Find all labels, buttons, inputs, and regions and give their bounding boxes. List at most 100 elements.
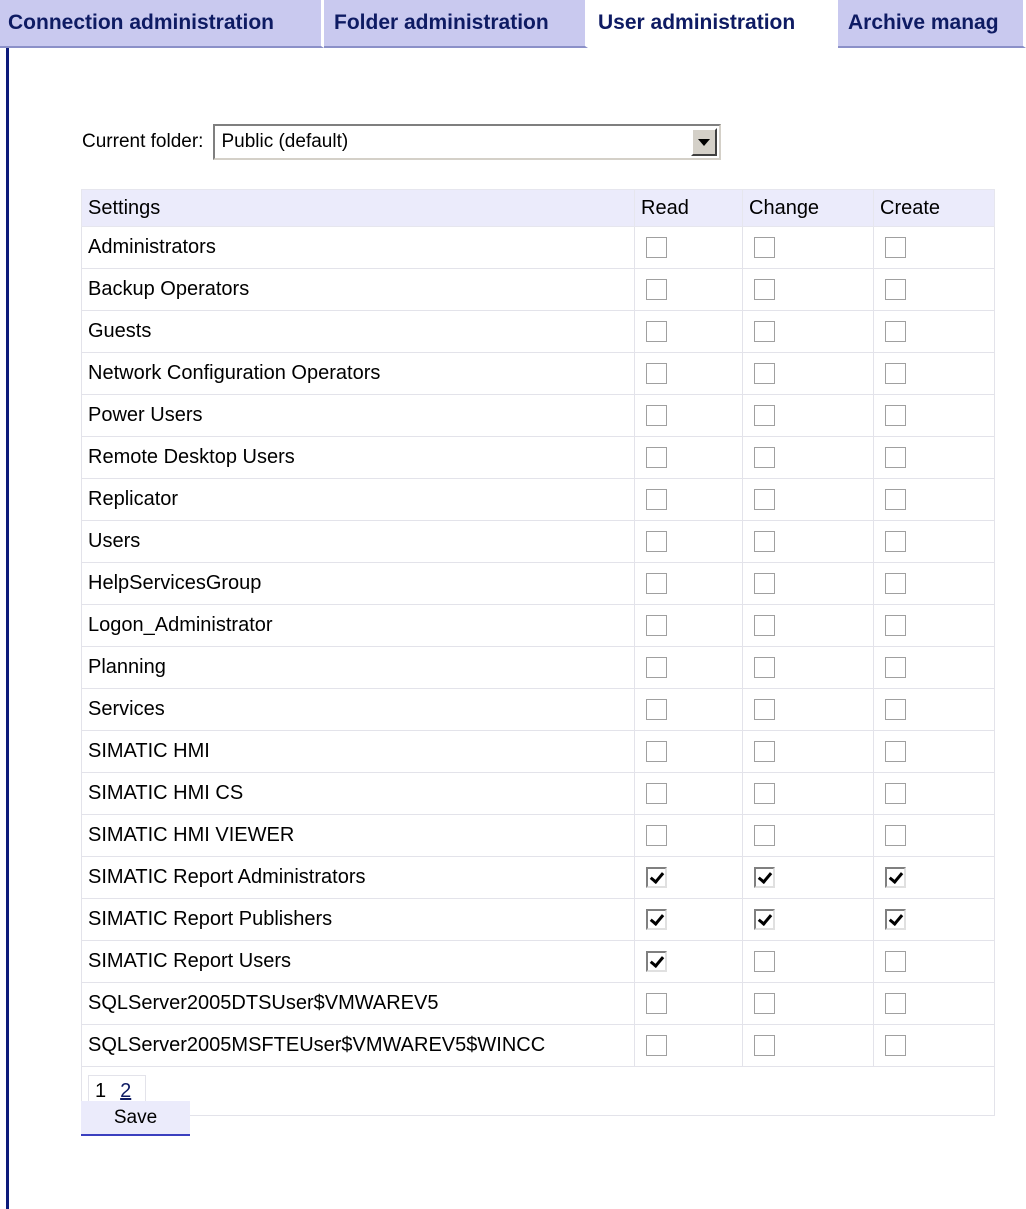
create-checkbox[interactable] [885,447,906,469]
column-header-create: Create [873,189,995,227]
change-checkbox[interactable] [754,279,775,301]
dropdown-arrow-button[interactable] [691,128,718,156]
create-cell [873,772,995,815]
change-checkbox[interactable] [754,531,775,553]
read-cell [634,478,743,521]
read-checkbox[interactable] [646,909,667,931]
create-cell [873,436,995,479]
change-checkbox[interactable] [754,657,775,679]
read-checkbox[interactable] [646,279,667,301]
table-row: Planning [81,646,995,689]
group-name: Planning [81,646,635,689]
read-checkbox[interactable] [646,363,667,385]
change-checkbox[interactable] [754,363,775,385]
read-checkbox[interactable] [646,447,667,469]
change-checkbox[interactable] [754,447,775,469]
save-button[interactable]: Save [81,1101,190,1136]
change-checkbox[interactable] [754,825,775,847]
change-checkbox[interactable] [754,909,775,931]
table-row: SQLServer2005DTSUser$VMWAREV5 [81,982,995,1025]
table-row: Replicator [81,478,995,521]
create-cell [873,646,995,689]
page-current: 1 [95,1079,107,1102]
tab-bar: Connection administration Folder adminis… [0,0,1026,48]
read-checkbox[interactable] [646,405,667,427]
group-name: Network Configuration Operators [81,352,635,395]
create-checkbox[interactable] [885,951,906,973]
create-checkbox[interactable] [885,1035,906,1057]
change-cell [742,268,874,311]
read-checkbox[interactable] [646,489,667,511]
create-checkbox[interactable] [885,531,906,553]
read-checkbox[interactable] [646,951,667,973]
page-link-2[interactable]: 2 [120,1080,131,1103]
change-checkbox[interactable] [754,615,775,637]
create-checkbox[interactable] [885,825,906,847]
read-checkbox[interactable] [646,573,667,595]
read-checkbox[interactable] [646,615,667,637]
table-row: SIMATIC HMI VIEWER [81,814,995,857]
read-cell [634,856,743,899]
change-checkbox[interactable] [754,951,775,973]
read-checkbox[interactable] [646,237,667,259]
change-checkbox[interactable] [754,321,775,343]
change-checkbox[interactable] [754,489,775,511]
change-cell [742,898,874,941]
read-checkbox[interactable] [646,321,667,343]
create-checkbox[interactable] [885,699,906,721]
create-checkbox[interactable] [885,993,906,1015]
column-header-read: Read [634,189,743,227]
change-checkbox[interactable] [754,783,775,805]
read-checkbox[interactable] [646,783,667,805]
create-checkbox[interactable] [885,657,906,679]
group-name: SIMATIC HMI [81,730,635,773]
group-name: Power Users [81,394,635,437]
group-name: HelpServicesGroup [81,562,635,605]
create-checkbox[interactable] [885,909,906,931]
pager-cell: 12 [81,1066,995,1116]
read-checkbox[interactable] [646,825,667,847]
current-folder-select[interactable]: Public (default) [213,124,722,160]
tab-user-administration[interactable]: User administration [588,0,838,48]
change-checkbox[interactable] [754,405,775,427]
tab-connection-administration[interactable]: Connection administration [0,0,324,48]
create-checkbox[interactable] [885,867,906,889]
group-name: SIMATIC Report Publishers [81,898,635,941]
read-cell [634,310,743,353]
tab-archive-management[interactable]: Archive manag [838,0,1026,48]
change-checkbox[interactable] [754,237,775,259]
read-checkbox[interactable] [646,657,667,679]
group-name: Replicator [81,478,635,521]
change-cell [742,772,874,815]
create-checkbox[interactable] [885,237,906,259]
read-checkbox[interactable] [646,1035,667,1057]
change-checkbox[interactable] [754,1035,775,1057]
read-checkbox[interactable] [646,867,667,889]
create-checkbox[interactable] [885,489,906,511]
create-checkbox[interactable] [885,405,906,427]
change-checkbox[interactable] [754,573,775,595]
read-cell [634,226,743,269]
change-checkbox[interactable] [754,993,775,1015]
create-checkbox[interactable] [885,321,906,343]
change-checkbox[interactable] [754,699,775,721]
create-checkbox[interactable] [885,783,906,805]
tab-folder-administration[interactable]: Folder administration [324,0,588,48]
create-checkbox[interactable] [885,741,906,763]
left-border [6,0,9,1209]
create-checkbox[interactable] [885,615,906,637]
read-cell [634,520,743,563]
read-checkbox[interactable] [646,993,667,1015]
change-checkbox[interactable] [754,741,775,763]
change-checkbox[interactable] [754,867,775,889]
read-checkbox[interactable] [646,531,667,553]
create-checkbox[interactable] [885,573,906,595]
group-name: Services [81,688,635,731]
read-checkbox[interactable] [646,741,667,763]
change-cell [742,688,874,731]
create-checkbox[interactable] [885,279,906,301]
table-row: Logon_Administrator [81,604,995,647]
create-cell [873,604,995,647]
read-checkbox[interactable] [646,699,667,721]
create-checkbox[interactable] [885,363,906,385]
